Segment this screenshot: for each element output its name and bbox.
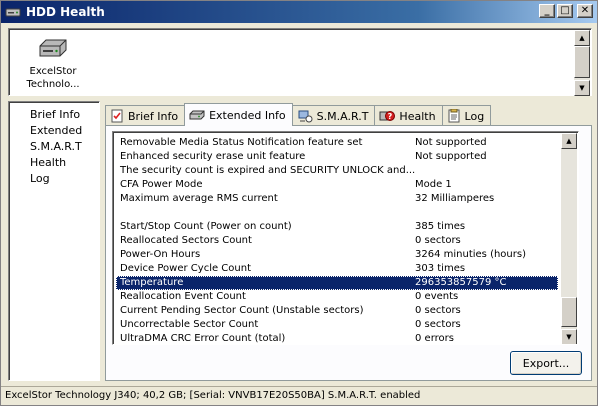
item-name: Power-On Hours [120,249,201,260]
nav-item-extended[interactable]: Extended [9,123,99,139]
item-name: Temperature [120,277,184,288]
tab-brief-info[interactable]: Brief Info [105,105,186,126]
tab-label: Extended Info [209,108,286,122]
drive-label-line2: Technolo... [26,79,80,90]
nav-item-log[interactable]: Log [9,171,99,187]
maximize-button[interactable]: □ [557,4,573,18]
svg-text:?: ? [388,112,393,121]
window-title: HDD Health [26,5,105,19]
list-item[interactable] [116,206,558,220]
hard-drive-icon [39,39,67,57]
list-item-selected[interactable]: Temperature 296353857579 °C [116,276,558,290]
list-item[interactable]: Reallocation Event Count 0 events [116,290,558,304]
tab-smart[interactable]: S.M.A.R.T [291,105,376,126]
scroll-up-icon[interactable]: ▲ [574,30,590,46]
tab-extended-info[interactable]: Extended Info [184,103,293,126]
drive-label-line1: ExcelStor [29,66,77,77]
item-name: Reallocation Event Count [120,291,246,302]
list-item[interactable]: Device Power Cycle Count 303 times [116,262,558,276]
item-name: Device Power Cycle Count [120,263,251,274]
section-nav: Brief Info Extended S.M.A.R.T Health Log [8,101,100,381]
tab-log[interactable]: Log [441,105,492,126]
network-drive-icon [298,110,313,123]
nav-item-smart[interactable]: S.M.A.R.T [9,139,99,155]
item-name: Start/Stop Count (Power on count) [120,221,292,232]
list-item[interactable]: Start/Stop Count (Power on count) 385 ti… [116,220,558,234]
item-name: Maximum average RMS current [120,193,278,204]
log-icon [448,109,460,123]
tab-label: S.M.A.R.T [316,109,369,123]
item-value: 0 sectors [415,235,461,246]
item-value: 296353857579 °C [415,277,507,288]
list-item[interactable]: UltraDMA CRC Error Count (total) 0 error… [116,332,558,344]
list-item[interactable]: Reallocated Sectors Count 0 sectors [116,234,558,248]
scroll-down-icon[interactable]: ▼ [561,329,577,344]
list-item[interactable]: Current Pending Sector Count (Unstable s… [116,304,558,318]
title-bar[interactable]: HDD Health _ □ ✕ [1,1,597,23]
item-name: Current Pending Sector Count (Unstable s… [120,305,364,316]
item-name: Enhanced security erase unit feature [120,151,306,162]
item-value: Mode 1 [415,179,452,190]
item-name: CFA Power Mode [120,179,203,190]
list-item[interactable]: Maximum average RMS current 32 Milliampe… [116,192,558,206]
extended-info-list[interactable]: Removable Media Status Notification feat… [112,131,579,345]
hard-drive-icon [5,6,21,18]
item-value: 0 events [415,291,459,302]
drive-icon [189,110,205,120]
item-value: 0 sectors [415,305,461,316]
item-name: Uncorrectable Sector Count [120,319,259,330]
export-button[interactable]: Export... [510,351,582,375]
status-bar: ExcelStor Technology J340; 40,2 GB; [Ser… [1,386,597,405]
item-name: The security count is expired and SECURI… [120,165,416,176]
health-icon: ? [379,111,396,121]
list-item[interactable]: The security count is expired and SECURI… [116,164,558,178]
nav-item-brief-info[interactable]: Brief Info [9,107,99,123]
tab-label: Brief Info [128,109,179,123]
close-button[interactable]: ✕ [577,4,593,18]
list-item[interactable]: CFA Power Mode Mode 1 [116,178,558,192]
list-item[interactable]: Enhanced security erase unit feature Not… [116,150,558,164]
scroll-thumb[interactable] [574,46,590,78]
item-name: Reallocated Sectors Count [120,235,252,246]
scroll-thumb[interactable] [561,297,577,327]
item-name: Removable Media Status Notification feat… [120,137,363,148]
main-window: HDD Health _ □ ✕ ExcelStor Technolo... ▲… [0,0,598,406]
list-item[interactable]: Uncorrectable Sector Count 0 sectors [116,318,558,332]
item-value: 303 times [415,263,466,274]
drive-item[interactable]: ExcelStor Technolo... [23,37,83,91]
extended-info-panel: Removable Media Status Notification feat… [105,125,592,381]
item-value: Not supported [415,137,487,148]
checklist-icon [111,109,123,123]
drive-list-scrollbar[interactable]: ▲ ▼ [574,30,590,96]
tab-label: Health [399,109,436,123]
info-list-scrollbar[interactable]: ▲ ▼ [561,133,577,344]
tab-health[interactable]: ? Health [374,105,443,126]
list-item[interactable]: Power-On Hours 3264 minuties (hours) [116,248,558,262]
list-item[interactable]: Removable Media Status Notification feat… [116,136,558,150]
item-name: UltraDMA CRC Error Count (total) [120,333,286,344]
item-value: 32 Milliamperes [415,193,495,204]
nav-item-health[interactable]: Health [9,155,99,171]
scroll-up-icon[interactable]: ▲ [561,133,577,149]
item-value: 3264 minuties (hours) [415,249,526,260]
tab-strip: Brief Info Extended Info S.M.A.R.T ? Hea… [105,103,492,126]
drive-list: ExcelStor Technolo... ▲ ▼ [8,28,592,96]
tab-label: Log [464,109,485,123]
item-value: 0 errors [415,333,454,344]
item-value: Not supported [415,151,487,162]
scroll-down-icon[interactable]: ▼ [574,80,590,96]
item-value: 385 times [415,221,466,232]
item-value: 0 sectors [415,319,461,330]
minimize-button[interactable]: _ [539,4,555,18]
